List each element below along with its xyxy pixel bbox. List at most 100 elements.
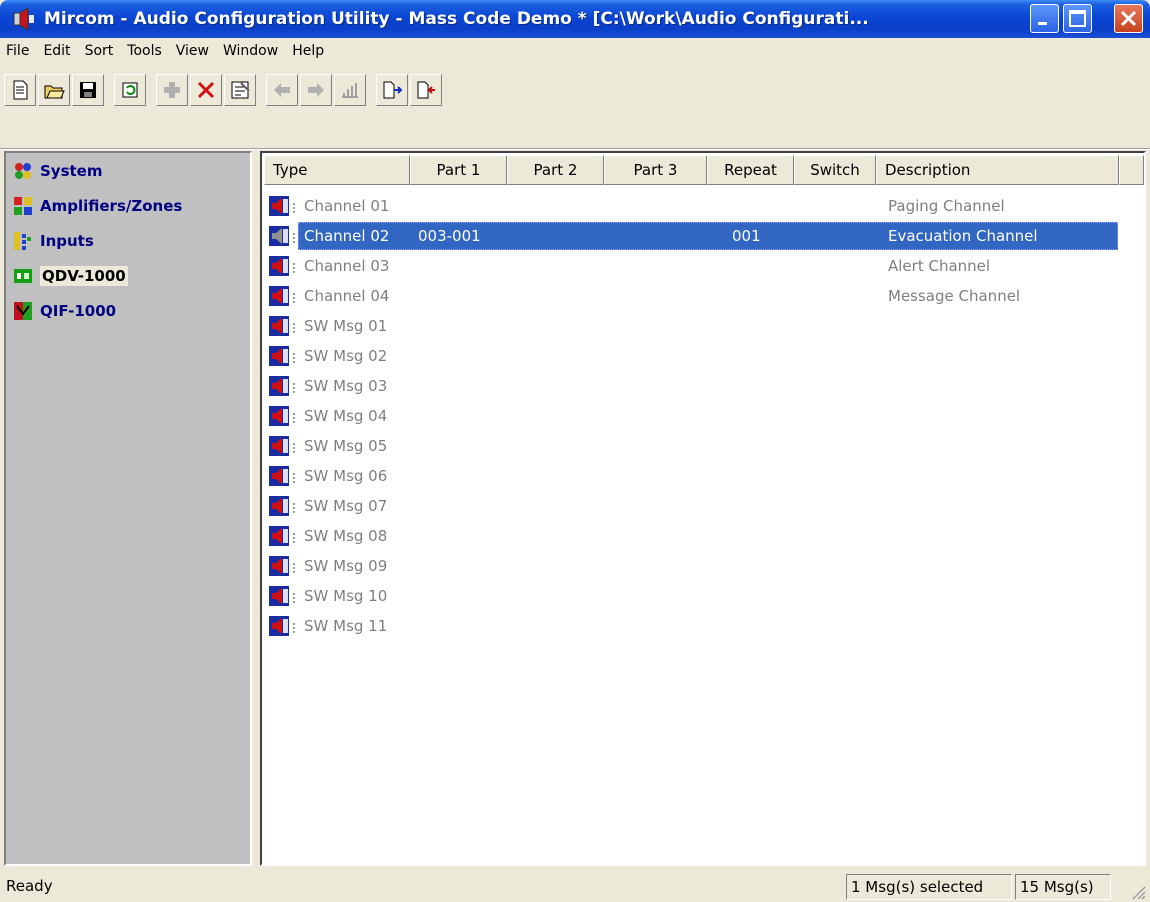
nav-item-qif-1000[interactable]: QIF-1000 [6, 293, 250, 328]
refresh-icon[interactable] [114, 74, 146, 106]
table-row[interactable]: Channel 03 Alert Channel [264, 251, 1144, 281]
inputs-icon [14, 231, 32, 250]
qdv-icon [14, 267, 32, 285]
menu-bar: File Edit Sort Tools View Window Help [0, 38, 1150, 64]
menu-tools[interactable]: Tools [127, 43, 162, 59]
resize-grip-icon[interactable] [1130, 884, 1146, 900]
dots-icon [292, 590, 296, 603]
table-row[interactable]: Channel 02 003-001 001 Evacuation Channel [264, 221, 1144, 251]
delete-icon[interactable] [190, 74, 222, 106]
dots-icon [292, 620, 296, 633]
table-row[interactable]: Channel 04 Message Channel [264, 281, 1144, 311]
speaker-icon [268, 585, 290, 607]
forward-icon[interactable] [300, 74, 332, 106]
export-icon[interactable] [376, 74, 408, 106]
import-icon[interactable] [410, 74, 442, 106]
column-header-part1[interactable]: Part 1 [410, 155, 507, 185]
navigation-pane: System Amplifiers/Zones Inputs QDV-1000 … [4, 151, 252, 866]
toolbar [0, 64, 1150, 150]
save-icon[interactable] [72, 74, 104, 106]
table-row[interactable]: SW Msg 09 [264, 551, 1144, 581]
speaker-icon [268, 435, 290, 457]
nav-item-amplifiers-zones[interactable]: Amplifiers/Zones [6, 188, 250, 223]
system-icon [14, 162, 32, 180]
speaker-icon [268, 525, 290, 547]
nav-item-system[interactable]: System [6, 153, 250, 188]
menu-edit[interactable]: Edit [43, 43, 70, 59]
table-row[interactable]: SW Msg 05 [264, 431, 1144, 461]
title-bar[interactable]: Mircom - Audio Configuration Utility - M… [0, 0, 1150, 38]
table-row[interactable]: SW Msg 01 [264, 311, 1144, 341]
nav-label: System [40, 161, 103, 180]
cell-type: SW Msg 11 [304, 617, 388, 635]
cell-description: Alert Channel [888, 257, 991, 275]
speaker-icon [268, 255, 290, 277]
table-row[interactable]: SW Msg 11 [264, 611, 1144, 641]
dots-icon [292, 380, 296, 393]
properties-icon[interactable] [224, 74, 256, 106]
table-row[interactable]: SW Msg 02 [264, 341, 1144, 371]
table-row[interactable]: SW Msg 08 [264, 521, 1144, 551]
speaker-icon [268, 195, 290, 217]
column-header-description[interactable]: Description [876, 155, 1119, 185]
speaker-icon [268, 495, 290, 517]
speaker-icon [268, 615, 290, 637]
table-row[interactable]: SW Msg 04 [264, 401, 1144, 431]
column-header-part3[interactable]: Part 3 [604, 155, 707, 185]
cell-type: SW Msg 06 [304, 467, 388, 485]
cell-type: SW Msg 05 [304, 437, 388, 455]
column-header-type[interactable]: Type [264, 155, 410, 185]
nav-item-qdv-1000[interactable]: QDV-1000 [6, 258, 250, 293]
message-list-pane: Type Part 1 Part 2 Part 3 Repeat Switch … [260, 151, 1146, 866]
menu-window[interactable]: Window [223, 43, 278, 59]
speaker-icon [268, 555, 290, 577]
dots-icon [292, 320, 296, 333]
close-button[interactable] [1114, 4, 1143, 33]
app-icon[interactable] [12, 7, 36, 31]
cell-type: SW Msg 01 [304, 317, 388, 335]
cell-type: SW Msg 04 [304, 407, 388, 425]
cell-type: SW Msg 07 [304, 497, 388, 515]
cell-type: SW Msg 10 [304, 587, 388, 605]
amplifiers-icon [14, 196, 32, 215]
table-row[interactable]: Channel 01 Paging Channel [264, 191, 1144, 221]
cell-type: SW Msg 09 [304, 557, 388, 575]
column-header-part2[interactable]: Part 2 [507, 155, 604, 185]
table-row[interactable]: SW Msg 07 [264, 491, 1144, 521]
dots-icon [292, 440, 296, 453]
table-row[interactable]: SW Msg 03 [264, 371, 1144, 401]
nav-label: QDV-1000 [40, 265, 128, 286]
back-icon[interactable] [266, 74, 298, 106]
dots-icon [292, 200, 296, 213]
column-header-filler [1119, 155, 1144, 185]
open-icon[interactable] [38, 74, 70, 106]
dots-icon [292, 500, 296, 513]
speaker-icon [268, 285, 290, 307]
speaker-icon [268, 405, 290, 427]
menu-help[interactable]: Help [292, 43, 324, 59]
message-list: Channel 01 Paging Channel Channel 02 003-00… [264, 191, 1144, 641]
column-header-repeat[interactable]: Repeat [707, 155, 794, 185]
add-icon[interactable] [156, 74, 188, 106]
speaker-icon [268, 315, 290, 337]
cell-type: Channel 02 [304, 227, 390, 245]
nav-item-inputs[interactable]: Inputs [6, 223, 250, 258]
cell-description: Paging Channel [888, 197, 1005, 215]
maximize-button[interactable] [1063, 4, 1092, 33]
cell-part1: 003-001 [418, 227, 481, 245]
cell-type: Channel 01 [304, 197, 390, 215]
table-row[interactable]: SW Msg 10 [264, 581, 1144, 611]
table-header: Type Part 1 Part 2 Part 3 Repeat Switch … [264, 155, 1144, 185]
speaker-icon [268, 345, 290, 367]
status-total-count: 15 Msg(s) [1015, 874, 1111, 900]
dots-icon [292, 350, 296, 363]
menu-view[interactable]: View [176, 43, 209, 59]
qif-icon [14, 301, 32, 320]
column-header-switch[interactable]: Switch [794, 155, 876, 185]
minimize-button[interactable] [1030, 4, 1059, 33]
level-icon[interactable] [334, 74, 366, 106]
menu-sort[interactable]: Sort [85, 43, 114, 59]
menu-file[interactable]: File [6, 43, 29, 59]
new-icon[interactable] [4, 74, 36, 106]
table-row[interactable]: SW Msg 06 [264, 461, 1144, 491]
